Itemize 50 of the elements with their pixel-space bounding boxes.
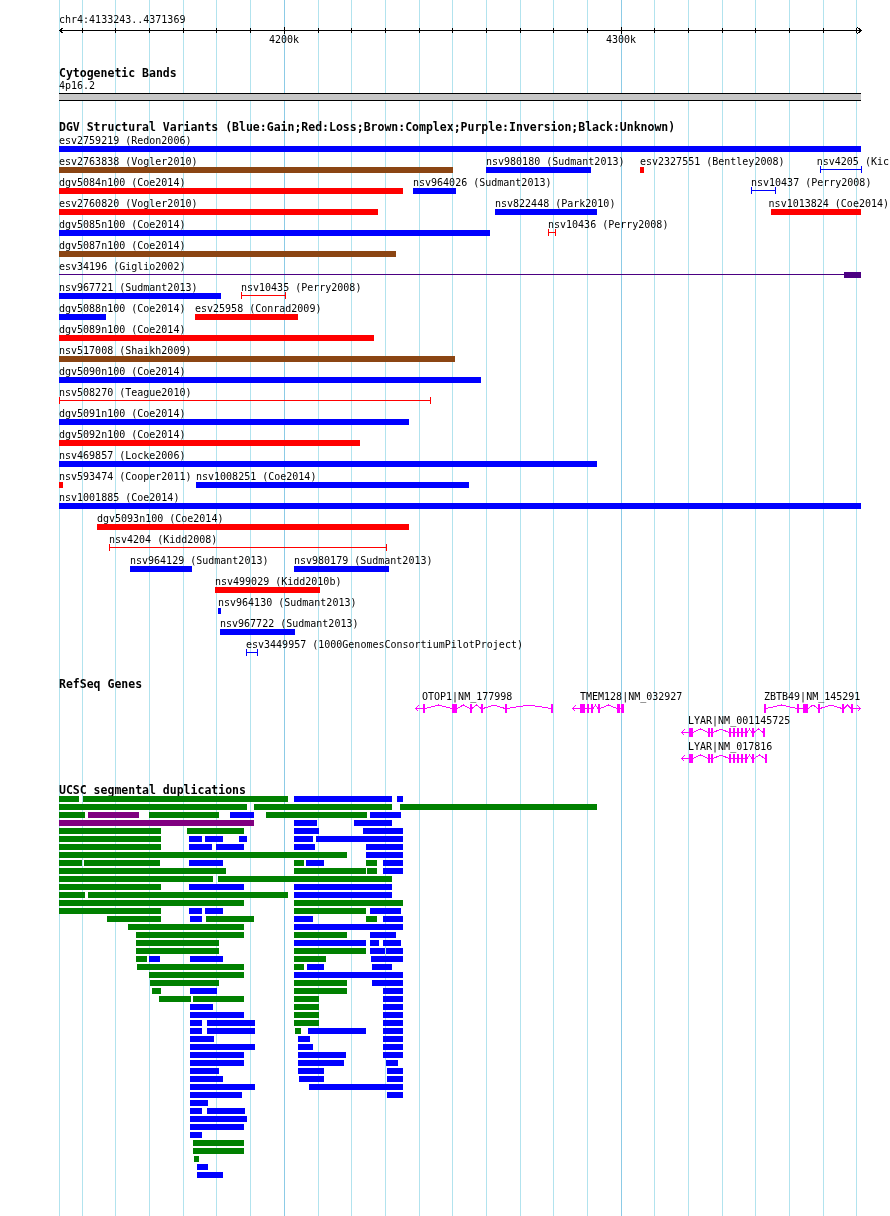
variant-label: dgv5088n100 (Coe2014) xyxy=(59,303,186,314)
variant-label: esv34196 (Giglio2002) xyxy=(59,261,186,272)
variant-label: nsv10435 (Perry2008) xyxy=(241,282,362,293)
track-title: Cytogenetic Bands xyxy=(59,67,177,80)
tick-label: 4200k xyxy=(268,34,300,46)
track-title: DGV Structural Variants (Blue:Gain;Red:Loss;Brown:Complex;Purple:Inversion;Black:Unknown) xyxy=(59,121,676,134)
variant-label: esv2760820 (Vogler2010) xyxy=(59,198,198,209)
variant-label: dgv5085n100 (Coe2014) xyxy=(59,219,186,230)
variant-label: nsv508270 (Teague2010) xyxy=(59,387,192,398)
variant-label: dgv5084n100 (Coe2014) xyxy=(59,177,186,188)
variant-label: nsv1001885 (Coe2014) xyxy=(59,492,180,503)
band-label: 4p16.2 xyxy=(59,80,96,92)
gene-label: ZBTB49|NM_145291 xyxy=(764,691,861,703)
variant-label: nsv499029 (Kidd2010b) xyxy=(215,576,342,587)
variant-label: nsv967721 (Sudmant2013) xyxy=(59,282,198,293)
variant-label: dgv5093n100 (Coe2014) xyxy=(97,513,224,524)
variant-label: nsv4204 (Kidd2008) xyxy=(109,534,218,545)
region-label: chr4:4133243..4371369 xyxy=(59,14,186,26)
variant-label: dgv5092n100 (Coe2014) xyxy=(59,429,186,440)
variant-label: nsv10436 (Perry2008) xyxy=(548,219,669,230)
variant-label: dgv5089n100 (Coe2014) xyxy=(59,324,186,335)
variant-label: dgv5087n100 (Coe2014) xyxy=(59,240,186,251)
variant-label: nsv980180 (Sudmant2013) xyxy=(486,156,625,167)
variant-label: esv2327551 (Bentley2008) xyxy=(640,156,785,167)
variant-label: nsv822448 (Park2010) xyxy=(495,198,616,209)
variant-label: esv2759219 (Redon2006) xyxy=(59,135,192,146)
gene-label: LYAR|NM_017816 xyxy=(688,741,773,753)
variant-label: nsv517008 (Shaikh2009) xyxy=(59,345,192,356)
variant-label: esv2763838 (Vogler2010) xyxy=(59,156,198,167)
variant-label: esv25958 (Conrad2009) xyxy=(195,303,322,314)
variant-label: nsv469857 (Locke2006) xyxy=(59,450,186,461)
variant-label: nsv967722 (Sudmant2013) xyxy=(220,618,359,629)
gene-label: TMEM128|NM_032927 xyxy=(580,691,683,703)
variant-label: nsv964130 (Sudmant2013) xyxy=(218,597,357,608)
track-title: UCSC segmental duplications xyxy=(59,784,246,796)
variant-label: nsv964129 (Sudmant2013) xyxy=(130,555,269,566)
variant-label: nsv1008251 (Coe2014) xyxy=(196,471,317,482)
variant-label: esv3449957 (1000GenomesConsortiumPilotProject) xyxy=(246,639,523,650)
variant-label: nsv980179 (Sudmant2013) xyxy=(294,555,433,566)
gene-label: LYAR|NM_001145725 xyxy=(688,715,791,727)
track-title: RefSeq Genes xyxy=(59,678,143,691)
variant-label: dgv5091n100 (Coe2014) xyxy=(59,408,186,419)
variant-label: nsv10437 (Perry2008) xyxy=(751,177,872,188)
variant-label: nsv1013824 (Coe2014) xyxy=(768,198,889,209)
gene-label: OTOP1|NM_177998 xyxy=(422,691,513,703)
variant-label: nsv593474 (Cooper2011) xyxy=(59,471,192,482)
variant-label: nsv4205 (Kic xyxy=(816,156,889,167)
variant-label: dgv5090n100 (Coe2014) xyxy=(59,366,186,377)
tick-label: 4300k xyxy=(605,34,637,46)
variant-label: nsv964026 (Sudmant2013) xyxy=(413,177,552,188)
